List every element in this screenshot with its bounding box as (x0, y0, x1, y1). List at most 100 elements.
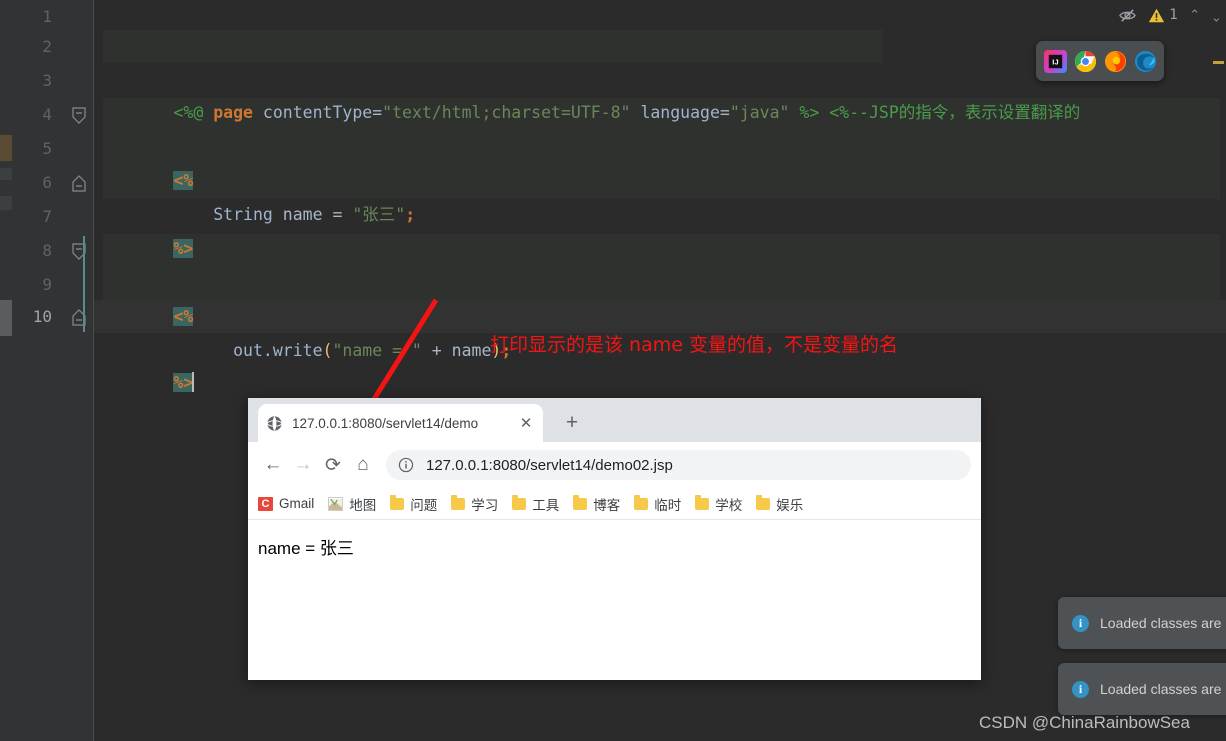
browser-toolbar[interactable]: ← → ⟳ ⌂ 127.0.0.1:8080/servlet14/demo02.… (248, 442, 981, 488)
bookmark-label: 临时 (654, 497, 682, 513)
line-number: 3 (42, 71, 52, 90)
bookmark-label: 娱乐 (776, 497, 804, 513)
gutter-line: 2 (12, 30, 94, 63)
watermark-text: CSDN @ChinaRainbowSea (979, 713, 1190, 732)
address-bar[interactable]: 127.0.0.1:8080/servlet14/demo02.jsp (386, 450, 971, 480)
info-circle-icon[interactable] (398, 457, 414, 473)
line-number: 10 (32, 307, 52, 326)
new-tab-button[interactable]: + (560, 411, 584, 435)
bookmark-folder-4[interactable]: 博客 (573, 494, 620, 514)
bookmark-folder-1[interactable]: 问题 (390, 494, 437, 514)
line-number: 5 (42, 139, 52, 158)
folder-icon (390, 494, 405, 510)
line-number: 8 (42, 241, 52, 260)
code-line-4[interactable]: <% (94, 98, 1226, 190)
folder-icon (756, 494, 771, 510)
token-lparen: ( (322, 341, 333, 360)
warning-count: 1 (1169, 7, 1179, 23)
folder-icon (573, 494, 588, 510)
stripe-marker-changed[interactable] (0, 135, 12, 161)
code-scope-indicator (83, 236, 85, 332)
bookmark-folder-3[interactable]: 工具 (512, 494, 559, 514)
code-line-1[interactable] (94, 0, 1226, 33)
line-number: 1 (42, 7, 52, 26)
line-number: 9 (42, 275, 52, 294)
info-icon: i (1072, 614, 1089, 632)
chrome-browser-window[interactable]: 127.0.0.1:8080/servlet14/demo ✕ + ← → ⟳ … (248, 398, 981, 680)
bookmark-label: Gmail (279, 496, 315, 511)
gutter-line: 10 (12, 300, 94, 333)
warning-count-indicator[interactable]: 1 (1148, 7, 1178, 24)
code-line-10[interactable]: %> (94, 300, 1226, 392)
gutter-line: 9 (12, 268, 94, 301)
gutter-line: 5 (12, 132, 94, 165)
url-text: 127.0.0.1:8080/servlet14/demo02.jsp (426, 456, 673, 474)
page-viewport: name = 张三 (248, 520, 981, 680)
folder-icon (451, 494, 466, 510)
bookmark-label: 地图 (349, 497, 377, 513)
edge-icon[interactable] (1134, 50, 1157, 73)
home-button[interactable]: ⌂ (348, 450, 378, 480)
stripe-marker-a[interactable] (0, 168, 12, 180)
editor-gutter[interactable]: 1 2 3 4 5 6 7 8 9 10 (12, 0, 94, 741)
token-scriptlet-close-2: %> (173, 373, 194, 392)
notification-toast[interactable]: i Loaded classes are (1058, 597, 1226, 649)
browser-tab[interactable]: 127.0.0.1:8080/servlet14/demo ✕ (258, 404, 543, 442)
code-line-6[interactable]: %> (94, 166, 1226, 258)
right-stripe-warning-marker[interactable] (1213, 61, 1224, 64)
token-out-object: out (233, 341, 263, 360)
forward-button[interactable]: → (288, 450, 318, 480)
bookmark-folder-2[interactable]: 学习 (451, 494, 498, 514)
bookmark-label: 学校 (715, 497, 743, 513)
folder-icon (512, 494, 527, 510)
token-string-nameprefix: "name = " (332, 341, 422, 360)
code-line-7[interactable] (94, 200, 1226, 233)
close-tab-icon[interactable]: ✕ (517, 414, 535, 432)
fold-collapse-icon[interactable] (72, 107, 86, 124)
page-output-text: name = 张三 (258, 539, 354, 558)
bookmarks-bar[interactable]: C Gmail 地图 问题 学习 工具 博客 临时 学校 娱乐 (248, 488, 981, 520)
stripe-marker-b[interactable] (0, 196, 12, 210)
bookmark-folder-5[interactable]: 临时 (634, 494, 681, 514)
token-arg-name: name (451, 341, 492, 360)
left-marker-stripe[interactable] (0, 0, 12, 741)
globe-icon (266, 415, 283, 432)
notification-text: Loaded classes are (1100, 681, 1222, 697)
maps-icon (328, 496, 344, 511)
code-line-9[interactable]: out.write("name = " + name); (94, 268, 1226, 360)
code-line-5[interactable]: String name = "张三"; (94, 132, 1226, 224)
gutter-line: 8 (12, 234, 94, 267)
bookmark-folder-6[interactable]: 学校 (695, 494, 742, 514)
bookmark-label: 问题 (410, 497, 438, 513)
gmail-icon: C (258, 496, 273, 511)
firefox-icon[interactable] (1104, 50, 1127, 73)
intellij-idea-icon[interactable]: IJ (1043, 49, 1067, 73)
bookmark-label: 工具 (532, 497, 560, 513)
browser-tab-strip[interactable]: 127.0.0.1:8080/servlet14/demo ✕ + (248, 398, 981, 442)
token-plus: + (431, 341, 442, 360)
folder-icon (634, 494, 649, 510)
reader-mode-toggle[interactable] (1118, 6, 1137, 25)
chrome-icon[interactable] (1074, 50, 1097, 73)
bookmark-folder-7[interactable]: 娱乐 (756, 494, 803, 514)
reload-button[interactable]: ⟳ (318, 450, 348, 480)
line-number: 2 (42, 37, 52, 56)
eye-slash-icon (1119, 8, 1137, 22)
token-dot: . (262, 341, 273, 360)
warning-triangle-icon (1149, 8, 1165, 22)
fold-end-icon[interactable] (72, 175, 86, 192)
code-line-8[interactable]: <% (94, 234, 1226, 326)
back-button[interactable]: ← (258, 450, 288, 480)
line-number: 7 (42, 207, 52, 226)
notification-text: Loaded classes are (1100, 615, 1222, 631)
stripe-marker-scrollbar[interactable] (0, 300, 12, 336)
run-browser-popup[interactable]: IJ (1036, 41, 1164, 81)
chevron-down-icon[interactable]: ⌃ (1211, 8, 1222, 23)
chevron-up-icon[interactable]: ⌃ (1189, 8, 1200, 23)
annotation-text: 打印显示的是该 name 变量的值，不是变量的名 (490, 334, 898, 356)
bookmark-label: 学习 (471, 497, 499, 513)
bookmark-gmail[interactable]: C Gmail (258, 496, 314, 511)
editor-inspection-widget[interactable]: 1 ⌃ ⌃ (1118, 2, 1222, 28)
notification-toast[interactable]: i Loaded classes are (1058, 663, 1226, 715)
bookmark-maps[interactable]: 地图 (328, 494, 376, 514)
